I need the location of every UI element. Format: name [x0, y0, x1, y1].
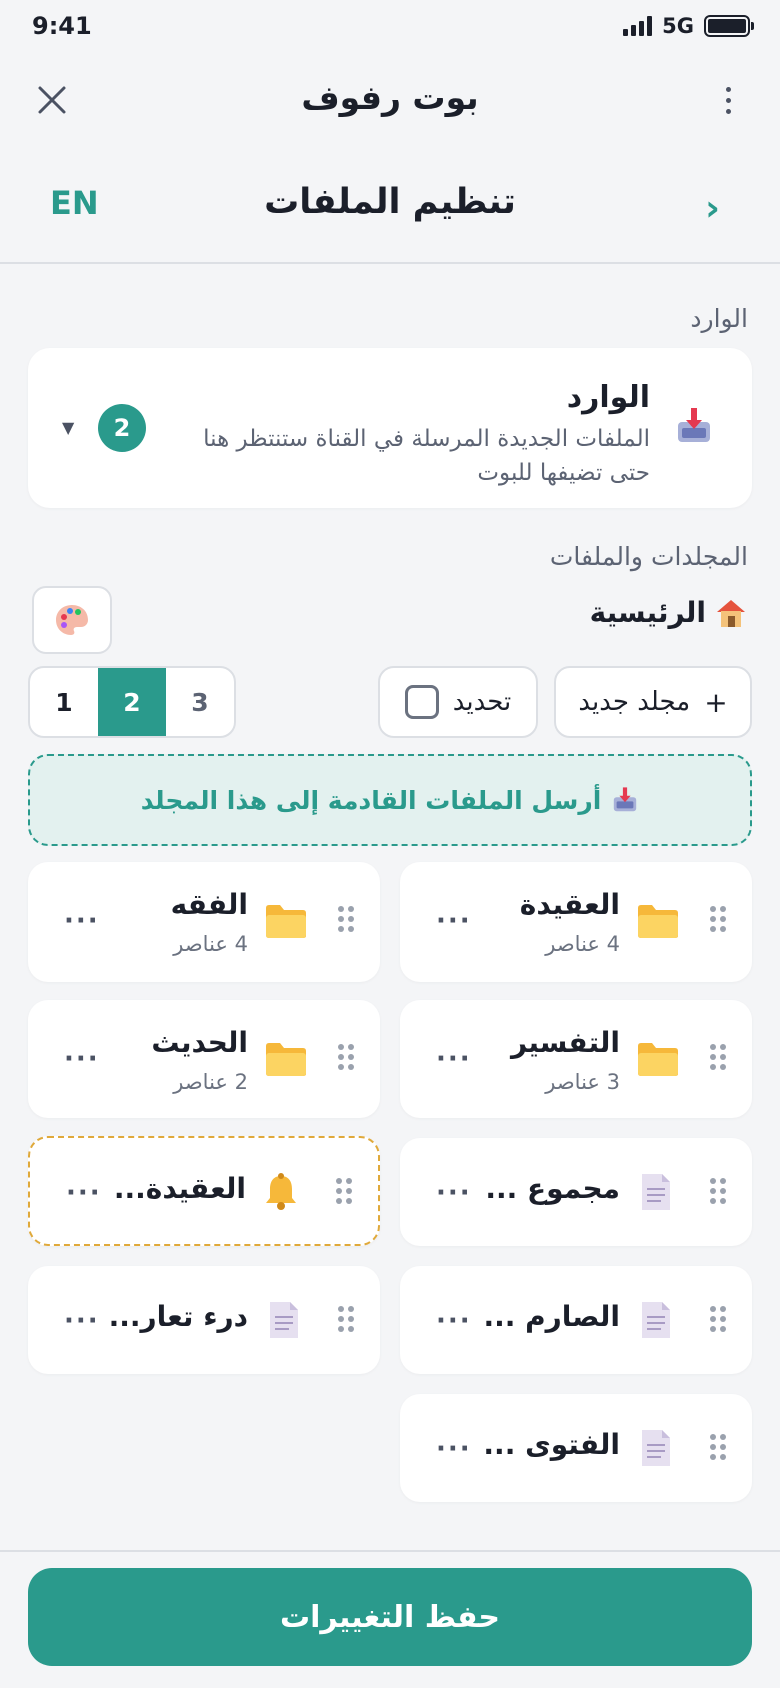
folder-icon: [638, 1043, 678, 1076]
select-checkbox[interactable]: [404, 685, 439, 719]
drag-handle-icon[interactable]: [336, 1178, 352, 1204]
drag-handle-icon[interactable]: [338, 906, 354, 932]
item-title: درء تعار...: [108, 1300, 248, 1333]
page-option-1[interactable]: 1: [30, 668, 98, 736]
drag-handle-icon[interactable]: [338, 1044, 354, 1070]
drag-handle-icon[interactable]: [710, 1044, 726, 1070]
select-toggle[interactable]: تحديد: [378, 666, 538, 738]
inbox-title: الوارد: [566, 380, 650, 415]
folder-card[interactable]: التفسير 3 عناصر ···: [400, 1000, 752, 1118]
inbox-count-badge: 2: [98, 404, 146, 452]
item-subtitle: 3 عناصر: [545, 1070, 620, 1094]
item-title: الصارم ...: [483, 1300, 620, 1333]
drag-handle-icon[interactable]: [338, 1306, 354, 1332]
status-bar: 9:41 5G: [0, 0, 780, 52]
item-title: الفقه: [170, 888, 248, 921]
item-subtitle: 2 عناصر: [173, 1070, 248, 1094]
page-selector: 1 2 3: [28, 666, 236, 738]
breadcrumb[interactable]: الرئيسية: [590, 596, 748, 629]
theme-palette-button[interactable]: [32, 586, 112, 654]
item-more-button[interactable]: ···: [64, 1306, 100, 1336]
file-card[interactable]: مجموع ... ···: [400, 1138, 752, 1246]
dropdown-caret-icon[interactable]: ▼: [62, 418, 74, 437]
status-indicators: 5G: [623, 14, 754, 38]
folder-icon: [638, 905, 678, 938]
dot: [725, 108, 731, 114]
item-title: العقيدة: [519, 888, 620, 921]
back-chevron-icon[interactable]: ›: [705, 188, 720, 229]
item-more-button[interactable]: ···: [64, 906, 100, 936]
app-bar: بوت رفوف: [0, 60, 780, 140]
item-more-button[interactable]: ···: [436, 1434, 472, 1464]
inbox-description: الملفات الجديدة المرسلة في القناة ستنتظر…: [203, 426, 650, 486]
house-icon: [717, 599, 745, 627]
drag-handle-icon[interactable]: [710, 1306, 726, 1332]
folder-icon: [266, 905, 306, 938]
file-card[interactable]: الصارم ... ···: [400, 1266, 752, 1374]
inbox-section-label: الوارد: [690, 304, 748, 333]
folder-card[interactable]: الفقه 4 عناصر ···: [28, 862, 380, 982]
drag-handle-icon[interactable]: [710, 1178, 726, 1204]
plus-icon: +: [704, 685, 728, 719]
item-title: مجموع ...: [485, 1172, 620, 1205]
file-card[interactable]: الفتوى ... ···: [400, 1394, 752, 1502]
item-title: العقيدة...: [113, 1172, 246, 1205]
item-title: الحديث: [151, 1026, 248, 1059]
send-incoming-here-zone[interactable]: أرسل الملفات القادمة إلى هذا المجلد: [28, 754, 752, 846]
reminder-card[interactable]: العقيدة... ···: [28, 1136, 380, 1246]
folders-section-label: المجلدات والملفات: [549, 542, 748, 571]
select-label: تحديد: [452, 687, 512, 717]
inbox-tray-icon: [614, 787, 637, 812]
document-icon: [642, 1430, 670, 1466]
save-changes-button[interactable]: حفظ التغييرات: [28, 1568, 752, 1666]
page-option-2[interactable]: 2: [98, 668, 166, 736]
item-more-button[interactable]: ···: [436, 1306, 472, 1336]
inbox-card[interactable]: الوارد الملفات الجديدة المرسلة في القناة…: [28, 348, 752, 508]
bottom-divider: [0, 1550, 780, 1552]
more-menu-button[interactable]: [716, 80, 740, 120]
screen: 9:41 5G بوت رفوف EN تنظيم الملفات › الوا…: [0, 0, 780, 1688]
page-title: تنظيم الملفات: [264, 182, 516, 222]
folder-card[interactable]: الحديث 2 عناصر ···: [28, 1000, 380, 1118]
page-option-3[interactable]: 3: [166, 668, 234, 736]
app-title: بوت رفوف: [301, 78, 479, 117]
bell-icon: [266, 1173, 296, 1210]
item-subtitle: 4 عناصر: [173, 932, 248, 956]
folder-card[interactable]: العقيدة 4 عناصر ···: [400, 862, 752, 982]
item-more-button[interactable]: ···: [66, 1178, 102, 1208]
status-time: 9:41: [32, 12, 92, 40]
network-label: 5G: [662, 14, 694, 38]
page-header: EN تنظيم الملفات ›: [0, 160, 780, 264]
battery-icon: [704, 15, 754, 37]
drag-handle-icon[interactable]: [710, 906, 726, 932]
document-icon: [642, 1302, 670, 1338]
item-title: التفسير: [510, 1026, 620, 1059]
dot: [725, 97, 731, 103]
document-icon: [642, 1174, 670, 1210]
item-more-button[interactable]: ···: [436, 1044, 472, 1074]
dot: [725, 86, 731, 92]
palette-icon: [56, 605, 88, 635]
document-icon: [270, 1302, 298, 1338]
item-more-button[interactable]: ···: [436, 906, 472, 936]
file-card[interactable]: درء تعار... ···: [28, 1266, 380, 1374]
drop-zone-text: أرسل الملفات القادمة إلى هذا المجلد: [140, 785, 602, 815]
drag-handle-icon[interactable]: [710, 1434, 726, 1460]
new-folder-label: مجلد جديد: [578, 687, 691, 717]
folder-icon: [266, 1043, 306, 1076]
item-title: الفتوى ...: [483, 1428, 620, 1461]
new-folder-button[interactable]: + مجلد جديد: [554, 666, 752, 738]
signal-icon: [623, 16, 653, 36]
inbox-tray-icon: [678, 408, 710, 442]
item-more-button[interactable]: ···: [64, 1044, 100, 1074]
item-subtitle: 4 عناصر: [545, 932, 620, 956]
breadcrumb-label: الرئيسية: [589, 596, 706, 629]
item-more-button[interactable]: ···: [436, 1178, 472, 1208]
